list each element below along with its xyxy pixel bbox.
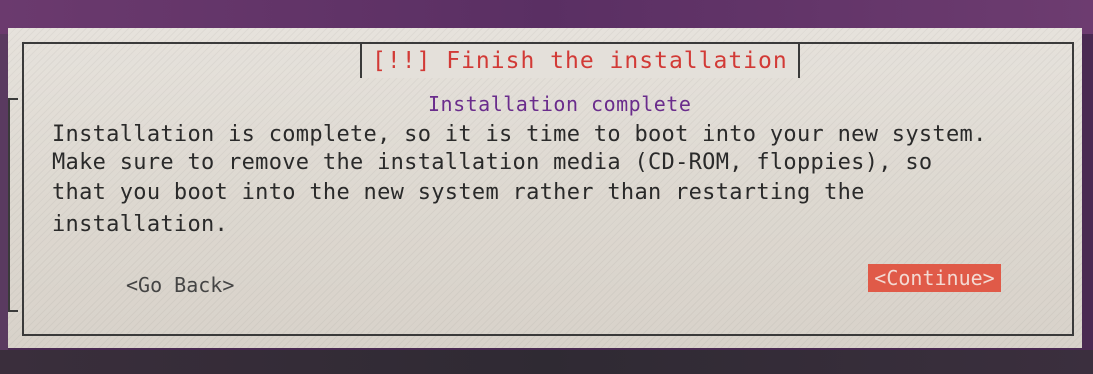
body-line-4: installation. bbox=[52, 212, 229, 237]
installer-dialog: [!!] Finish the installation Installatio… bbox=[8, 28, 1082, 348]
go-back-button[interactable]: <Go Back> bbox=[126, 273, 234, 297]
dialog-title: [!!] Finish the installation bbox=[360, 44, 800, 78]
desktop-background-bottom bbox=[0, 350, 1093, 374]
body-line-3: that you boot into the new system rather… bbox=[52, 180, 865, 205]
desktop-background-left bbox=[0, 34, 8, 350]
body-line-2: Make sure to remove the installation med… bbox=[52, 150, 933, 175]
previous-dialog-edge bbox=[8, 98, 18, 312]
continue-button[interactable]: <Continue> bbox=[868, 264, 1001, 292]
dialog-heading: Installation complete bbox=[428, 92, 692, 116]
body-line-1: Installation is complete, so it is time … bbox=[52, 122, 987, 147]
